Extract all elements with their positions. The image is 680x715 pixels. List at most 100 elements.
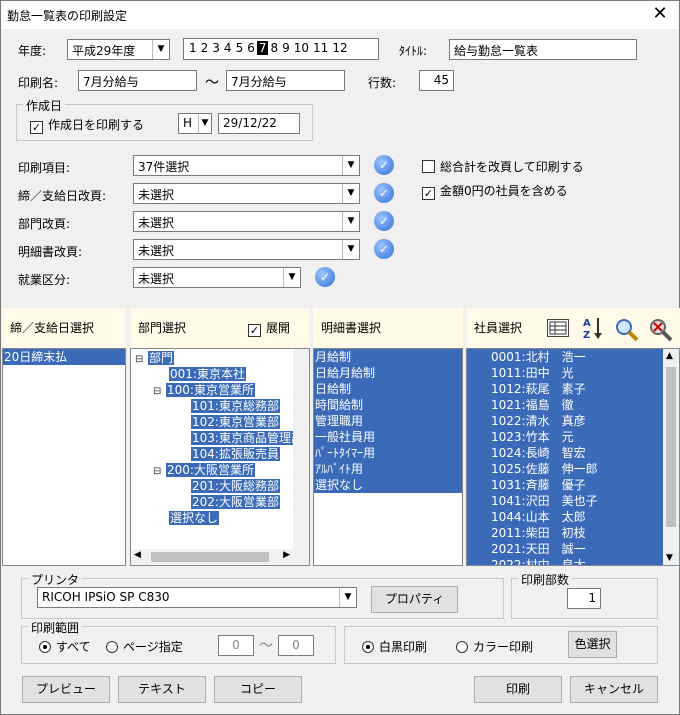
month-4[interactable]: 4: [222, 41, 234, 55]
month-3[interactable]: 3: [210, 41, 222, 55]
list-item[interactable]: 1012:萩尾 素子: [467, 381, 679, 397]
range-all-radio[interactable]: すべて: [39, 638, 91, 655]
list-item[interactable]: 日給制: [314, 381, 462, 397]
month-10[interactable]: 10: [292, 41, 311, 55]
preview-button[interactable]: プレビュー: [22, 676, 110, 703]
vertical-scrollbar[interactable]: ▲ ▼: [663, 349, 679, 565]
list-item[interactable]: 選択なし: [314, 477, 462, 493]
list-item[interactable]: 202:大阪営業部: [131, 494, 309, 510]
list-item[interactable]: 1044:山本 太郎: [467, 509, 679, 525]
month-11[interactable]: 11: [311, 41, 330, 55]
list-item[interactable]: 0001:北村 浩一: [467, 349, 679, 365]
tree-collapse-icon[interactable]: ⊟: [135, 352, 148, 368]
confirm-check-icon[interactable]: ✓: [315, 267, 335, 287]
list-item[interactable]: ﾊﾟｰﾄﾀｲﾏｰ用: [314, 445, 462, 461]
list-item[interactable]: 月給制: [314, 349, 462, 365]
copy-button[interactable]: コピー: [214, 676, 302, 703]
confirm-check-icon[interactable]: ✓: [374, 211, 394, 231]
rows-input[interactable]: 45: [419, 70, 454, 91]
month-7[interactable]: 7: [256, 41, 269, 55]
list-item[interactable]: 2011:柴田 初枝: [467, 525, 679, 541]
page-from-input[interactable]: 0: [218, 635, 254, 656]
include-zero-checkbox[interactable]: ✓ 金額0円の社員を含める: [422, 182, 568, 200]
month-6[interactable]: 6: [245, 41, 257, 55]
list-view-icon[interactable]: [547, 319, 569, 337]
list-item[interactable]: 201:大阪総務部: [131, 478, 309, 494]
page-to-input[interactable]: 0: [278, 635, 314, 656]
print-button[interactable]: 印刷: [474, 676, 562, 703]
print-date-checkbox[interactable]: ✓ 作成日を印刷する: [30, 116, 144, 134]
closing-list[interactable]: 20日締末払: [2, 348, 126, 566]
month-9[interactable]: 9: [280, 41, 292, 55]
created-date-input[interactable]: 29/12/22: [218, 113, 300, 134]
list-item[interactable]: 管理職用: [314, 413, 462, 429]
list-item[interactable]: ⊟ 100:東京営業所: [131, 382, 309, 398]
close-icon[interactable]: ✕: [649, 3, 671, 24]
list-item[interactable]: 日給月給制: [314, 365, 462, 381]
properties-button[interactable]: プロパティ: [371, 586, 458, 613]
tree-collapse-icon[interactable]: ⊟: [153, 464, 166, 480]
list-item[interactable]: 一般社員用: [314, 429, 462, 445]
confirm-check-icon[interactable]: ✓: [374, 155, 394, 175]
list-item[interactable]: 001:東京本社: [131, 366, 309, 382]
list-item[interactable]: 1031:斉藤 優子: [467, 477, 679, 493]
print-name-to-input[interactable]: 7月分給与: [226, 70, 345, 91]
option-select-0[interactable]: 37件選択 ▼: [133, 155, 360, 176]
month-selector[interactable]: 1 2 3 4 5 6 7 8 9 10 11 12: [183, 38, 379, 60]
month-8[interactable]: 8: [268, 41, 280, 55]
list-item[interactable]: ｱﾙﾊﾞｲﾄ用: [314, 461, 462, 477]
employee-list[interactable]: 0001:北村 浩一 1011:田中 光 1012:萩尾 素子 1021:福島 徹 10…: [466, 348, 680, 566]
title-input[interactable]: 給与勤怠一覧表: [449, 39, 637, 60]
list-item[interactable]: 103:東京商品管理部: [131, 430, 309, 446]
list-item[interactable]: 選択なし: [131, 510, 309, 526]
expand-checkbox[interactable]: ✓ 展開: [248, 308, 290, 348]
confirm-check-icon[interactable]: ✓: [374, 239, 394, 259]
list-item[interactable]: 1024:長崎 智宏: [467, 445, 679, 461]
list-item[interactable]: 1023:竹本 元: [467, 429, 679, 445]
year-select[interactable]: 平成29年度 ▼: [67, 39, 170, 60]
option-select-2[interactable]: 未選択 ▼: [133, 211, 360, 232]
range-page-radio[interactable]: ページ指定: [106, 638, 183, 655]
option-select-4[interactable]: 未選択 ▼: [133, 267, 301, 288]
month-2[interactable]: 2: [199, 41, 211, 55]
era-select[interactable]: H ▼: [178, 113, 212, 134]
list-item[interactable]: 1011:田中 光: [467, 365, 679, 381]
dept-tree[interactable]: ⊟ 部門 001:東京本社 ⊟ 100:東京営業所 101:東京総務部 102:東京営業部 1…: [130, 348, 310, 566]
list-item[interactable]: 101:東京総務部: [131, 398, 309, 414]
search-icon[interactable]: [614, 317, 640, 343]
list-item[interactable]: 1041:沢田 美也子: [467, 493, 679, 509]
statement-list[interactable]: 月給制 日給月給制 日給制 時間給制 管理職用 一般社員用 ﾊﾟｰﾄﾀｲﾏｰ用 ｱﾙﾊﾞｲﾄ用…: [313, 348, 463, 566]
cancel-button[interactable]: キャンセル: [570, 676, 658, 703]
sort-az-icon[interactable]: AZ: [582, 315, 604, 341]
clear-search-icon[interactable]: [648, 317, 674, 343]
list-item[interactable]: 20日締末払: [3, 349, 125, 365]
list-item[interactable]: 1021:福島 徹: [467, 397, 679, 413]
copies-input[interactable]: 1: [567, 588, 601, 609]
mono-print-radio[interactable]: 白黒印刷: [362, 638, 427, 655]
list-item[interactable]: 102:東京営業部: [131, 414, 309, 430]
horizontal-scrollbar[interactable]: ◀ ▶: [131, 549, 293, 565]
color-select-button[interactable]: 色選択: [568, 631, 617, 658]
list-item[interactable]: ⊟ 200:大阪営業所: [131, 462, 309, 478]
month-1[interactable]: 1: [187, 41, 199, 55]
printer-select[interactable]: RICOH IPSiO SP C830 ▼: [37, 587, 357, 608]
list-item[interactable]: ⊟ 部門: [131, 350, 309, 366]
month-12[interactable]: 12: [330, 41, 349, 55]
list-item[interactable]: 2022:村中 良太: [467, 557, 679, 565]
total-page-break-checkbox[interactable]: 総合計を改頁して印刷する: [422, 158, 584, 175]
tree-collapse-icon[interactable]: ⊟: [153, 384, 166, 400]
list-item[interactable]: 1022:清水 真彦: [467, 413, 679, 429]
month-5[interactable]: 5: [234, 41, 246, 55]
option-select-1[interactable]: 未選択 ▼: [133, 183, 360, 204]
color-print-radio[interactable]: カラー印刷: [456, 638, 533, 655]
vertical-scrollbar[interactable]: [293, 349, 309, 565]
list-item[interactable]: 時間給制: [314, 397, 462, 413]
text-button[interactable]: テキスト: [118, 676, 206, 703]
list-item[interactable]: 2021:天田 誠一: [467, 541, 679, 557]
print-name-from-input[interactable]: 7月分給与: [78, 70, 197, 91]
list-item-label: 101:東京総務部: [191, 399, 280, 413]
list-item[interactable]: 104:拡張販売員: [131, 446, 309, 462]
option-select-3[interactable]: 未選択 ▼: [133, 239, 360, 260]
confirm-check-icon[interactable]: ✓: [374, 183, 394, 203]
list-item[interactable]: 1025:佐藤 伸一郎: [467, 461, 679, 477]
